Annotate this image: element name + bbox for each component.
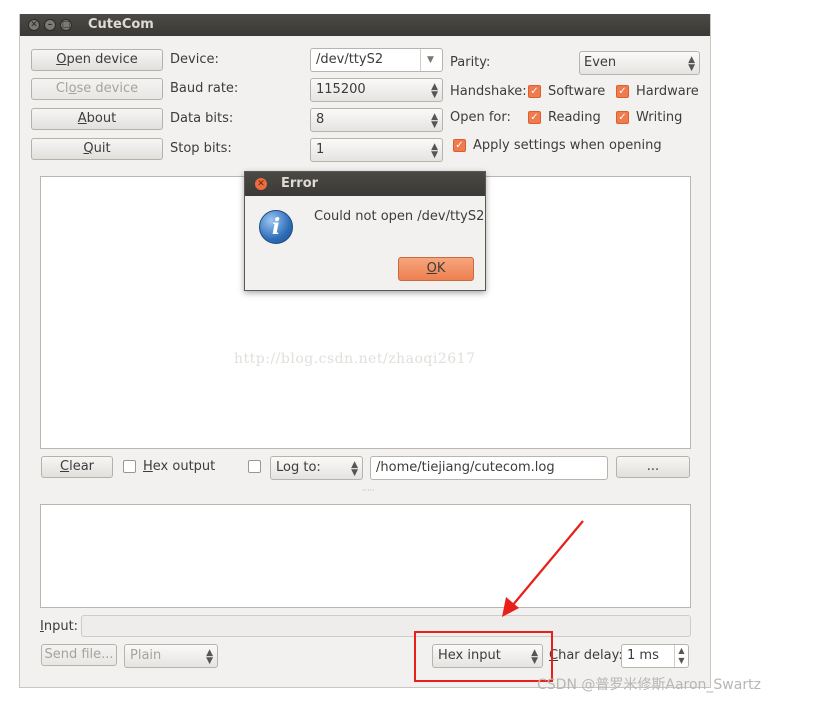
info-icon: i [259, 210, 293, 244]
close-icon[interactable]: ✕ [28, 19, 40, 31]
log-to-combo[interactable]: Log to: ▲ ▼ [270, 456, 363, 480]
cutecom-window: ✕ – □ CuteCom Open device Close device A… [19, 14, 711, 688]
parity-value: Even [584, 55, 617, 70]
data-bits-combo[interactable]: 8 ▲ ▼ [310, 108, 443, 132]
writing-label: Writing [636, 110, 683, 125]
log-to-value: Log to: [276, 460, 321, 475]
hex-output-label: Hex output [143, 459, 215, 474]
spin-arrows-icon[interactable]: ▲ ▼ [674, 645, 688, 667]
hex-output-checkbox[interactable] [123, 460, 136, 473]
updown-arrows-icon: ▲ ▼ [431, 112, 438, 130]
splitter-handle[interactable]: ····· [362, 486, 375, 495]
hex-output-mnemonic: H [143, 459, 153, 474]
browse-button[interactable]: ... [616, 456, 690, 478]
data-bits-value: 8 [316, 112, 325, 127]
plain-value: Plain [130, 648, 162, 663]
quit-mnemonic: Q [83, 141, 94, 156]
dialog-title-bar: ✕ Error [245, 172, 485, 196]
updown-arrows-icon: ▲ ▼ [431, 82, 438, 100]
close-device-label-b: se device [76, 81, 139, 96]
close-device-button[interactable]: Close device [31, 78, 163, 100]
device-value: /dev/ttyS2 [316, 52, 384, 67]
parity-label: Parity: [450, 55, 491, 70]
input-history-textarea[interactable] [40, 504, 691, 608]
baud-rate-value: 115200 [316, 82, 366, 97]
title-bar: ✕ – □ CuteCom [20, 14, 710, 36]
software-label: Software [548, 84, 606, 99]
device-combo[interactable]: /dev/ttyS2 ▼ [310, 48, 443, 72]
input-field[interactable] [81, 615, 691, 637]
dialog-close-icon[interactable]: ✕ [255, 178, 267, 190]
csdn-watermark: CSDN @普罗米修斯Aaron_Swartz [537, 677, 761, 693]
annotation-highlight-box [414, 631, 553, 682]
reading-label: Reading [548, 110, 601, 125]
hardware-handshake-checkbox[interactable]: ✓ [616, 85, 629, 98]
handshake-label: Handshake: [450, 84, 527, 99]
quit-label: uit [93, 141, 111, 156]
about-label: bout [86, 111, 117, 126]
error-dialog: ✕ Error i Could not open /dev/ttyS2 OK [244, 171, 486, 291]
char-delay-value: 1 ms [627, 648, 659, 663]
char-delay-spinbox[interactable]: 1 ms ▲ ▼ [621, 644, 689, 668]
updown-arrows-icon: ▲ ▼ [431, 142, 438, 160]
quit-button[interactable]: Quit [31, 138, 163, 160]
minimize-icon[interactable]: – [44, 19, 56, 31]
baud-rate-label: Baud rate: [170, 81, 239, 96]
close-device-label-a: Cl [55, 81, 69, 96]
open-device-mnemonic: O [56, 52, 67, 67]
stop-bits-label: Stop bits: [170, 141, 232, 156]
updown-arrows-icon: ▲ ▼ [351, 460, 358, 478]
device-label: Device: [170, 52, 219, 67]
ok-mnemonic: O [426, 261, 437, 276]
stop-bits-combo[interactable]: 1 ▲ ▼ [310, 138, 443, 162]
log-path-value: /home/tiejiang/cutecom.log [376, 460, 555, 475]
ok-label: K [436, 261, 446, 276]
input-label-text: nput: [43, 619, 79, 634]
ok-button[interactable]: OK [398, 257, 474, 281]
input-label: Input: [40, 619, 78, 634]
updown-arrows-icon: ▲ ▼ [688, 55, 695, 73]
apply-settings-checkbox[interactable]: ✓ [453, 139, 466, 152]
updown-arrows-icon: ▲ ▼ [206, 648, 213, 666]
open-device-button[interactable]: Open device [31, 49, 163, 71]
writing-checkbox[interactable]: ✓ [616, 111, 629, 124]
reading-checkbox[interactable]: ✓ [528, 111, 541, 124]
window-title: CuteCom [88, 17, 154, 32]
open-device-label: pen device [66, 52, 138, 67]
log-path-field[interactable]: /home/tiejiang/cutecom.log [370, 456, 608, 480]
parity-combo[interactable]: Even ▲ ▼ [579, 51, 700, 75]
apply-settings-label: Apply settings when opening [473, 138, 662, 153]
char-delay-text: har delay: [558, 648, 623, 663]
send-file-button[interactable]: Send file... [41, 644, 117, 666]
log-checkbox[interactable] [248, 460, 261, 473]
clear-mnemonic: C [60, 459, 70, 474]
clear-label: lear [69, 459, 94, 474]
dialog-message: Could not open /dev/ttyS2 [314, 209, 485, 224]
plain-combo[interactable]: Plain ▲ ▼ [124, 644, 218, 668]
open-for-label: Open for: [450, 110, 511, 125]
about-button[interactable]: About [31, 108, 163, 130]
char-delay-label: Char delay: [549, 648, 623, 663]
software-handshake-checkbox[interactable]: ✓ [528, 85, 541, 98]
about-mnemonic: A [77, 111, 87, 126]
data-bits-label: Data bits: [170, 111, 234, 126]
watermark-text: http://blog.csdn.net/zhaoqi2617 [234, 351, 476, 367]
maximize-icon[interactable]: □ [60, 19, 72, 31]
hex-output-text: ex output [152, 459, 216, 474]
stop-bits-value: 1 [316, 142, 325, 157]
close-device-mnemonic: o [68, 81, 77, 96]
dialog-title: Error [281, 176, 319, 191]
hardware-label: Hardware [636, 84, 699, 99]
baud-rate-combo[interactable]: 115200 ▲ ▼ [310, 78, 443, 102]
chevron-down-icon[interactable]: ▼ [420, 49, 440, 71]
clear-button[interactable]: Clear [41, 456, 113, 478]
